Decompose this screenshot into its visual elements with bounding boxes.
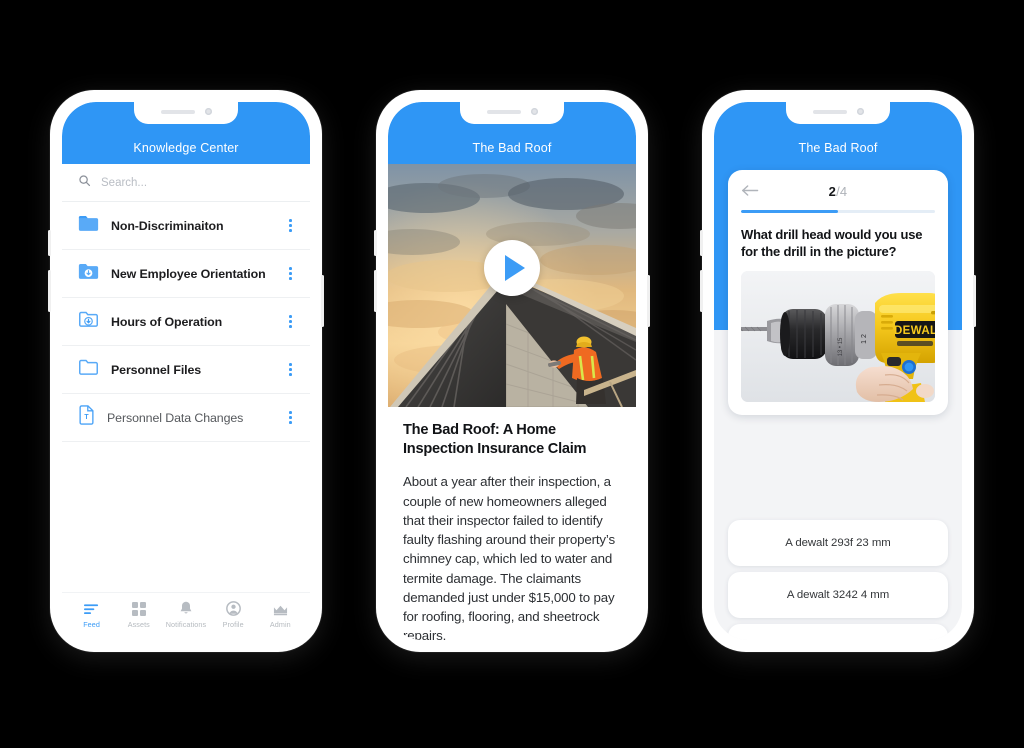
phone-power-button[interactable]: [647, 275, 650, 327]
phone-volume-button[interactable]: [700, 270, 703, 312]
screenshot-stage: Knowledge Center Search... Non-Discrimin…: [0, 0, 1024, 748]
article-title: The Bad Roof: A Home Inspection Insuranc…: [403, 422, 587, 457]
overflow-menu-icon[interactable]: [285, 359, 296, 380]
phone-inner-frame: Knowledge Center Search... Non-Discrimin…: [62, 102, 310, 640]
svg-text:DEWALT: DEWALT: [894, 325, 935, 337]
appbar-article: The Bad Roof: [388, 102, 636, 164]
list-item-label: Personnel Files: [111, 362, 202, 377]
tab-label: Admin: [269, 619, 291, 629]
list-item-label: New Employee Orientation: [111, 266, 266, 281]
screen-knowledge-center: Knowledge Center Search... Non-Discrimin…: [62, 102, 310, 640]
quiz-progress-bar: [741, 210, 935, 213]
overflow-menu-icon[interactable]: [285, 215, 296, 236]
list-item[interactable]: T Personnel Data Changes: [62, 394, 310, 442]
phone-power-button[interactable]: [973, 275, 976, 327]
list-item-label: Non-Discriminaiton: [111, 218, 224, 233]
tab-label: Feed: [83, 619, 100, 629]
phone-knowledge-center: Knowledge Center Search... Non-Discrimin…: [48, 90, 324, 652]
quiz-card: 2/4 What drill head would you use for th…: [728, 170, 948, 415]
knowledge-center-list: Non-Discriminaiton New Employee Orientat…: [62, 202, 310, 442]
search-bar[interactable]: Search...: [62, 164, 310, 202]
tab-profile[interactable]: Profile: [210, 600, 257, 629]
phone-side-button[interactable]: [48, 230, 51, 256]
appbar-knowledge-center: Knowledge Center: [62, 102, 310, 164]
page-title: The Bad Roof: [798, 141, 878, 155]
question-counter: 2/4: [741, 184, 935, 199]
appbar-quiz: The Bad Roof: [714, 102, 962, 164]
svg-text:13 • 15: 13 • 15: [838, 337, 844, 356]
question-total: /4: [836, 183, 848, 199]
overflow-menu-icon[interactable]: [285, 311, 296, 332]
page-title: Knowledge Center: [133, 141, 239, 155]
tab-label: Assets: [127, 619, 150, 629]
list-item[interactable]: Hours of Operation: [62, 298, 310, 346]
question-text: What drill head would you use for the dr…: [741, 226, 923, 259]
earpiece-speaker: [812, 109, 847, 114]
tab-feed[interactable]: Feed: [68, 601, 115, 629]
earpiece-speaker: [160, 109, 195, 114]
answer-option[interactable]: A dewalt 293f 23 mm: [728, 520, 948, 566]
screen-quiz: The Bad Roof 2/4 What drill head would y…: [714, 102, 962, 640]
article-hero-video[interactable]: [388, 164, 636, 407]
person-circle-icon: [225, 600, 241, 616]
overflow-menu-icon[interactable]: [285, 407, 296, 428]
phone-volume-button[interactable]: [374, 270, 377, 312]
tab-notifications[interactable]: Notifications: [162, 601, 209, 629]
folder-filled-icon: [78, 214, 99, 237]
question-image: 13 • 15 1 2 DEWAL: [741, 270, 935, 402]
tab-label: Notifications: [165, 619, 207, 629]
phone-power-button[interactable]: [321, 275, 324, 327]
article-body: The Bad Roof: A Home Inspection Insuranc…: [388, 407, 636, 640]
phone-side-button[interactable]: [374, 230, 377, 256]
tab-assets[interactable]: Assets: [115, 601, 162, 629]
front-camera-icon: [856, 108, 864, 115]
bell-icon: [179, 601, 193, 616]
article-paragraph: About a year after their inspection, a c…: [403, 474, 615, 640]
folder-filled-download-icon: [78, 262, 99, 285]
front-camera-icon: [204, 108, 212, 115]
phone-inner-frame: The Bad Roof The Bad Roof: A Home Inspec…: [388, 102, 636, 640]
phone-notch: [134, 102, 238, 124]
quiz-progress-fill: [741, 210, 838, 213]
list-item-label: Hours of Operation: [111, 314, 223, 329]
feed-icon: [84, 601, 99, 616]
front-camera-icon: [530, 108, 538, 115]
list-item-label: Personnel Data Changes: [107, 410, 244, 425]
dewalt-drill-photo: 13 • 15 1 2 DEWAL: [741, 270, 935, 402]
quiz-card-header: 2/4: [741, 181, 935, 201]
phone-article: The Bad Roof The Bad Roof: A Home Inspec…: [374, 90, 650, 652]
grid-icon: [131, 601, 146, 616]
list-item[interactable]: Non-Discriminaiton: [62, 202, 310, 250]
answer-option[interactable]: A dewalt 2222 34 mm: [728, 624, 948, 640]
play-icon: [504, 255, 525, 281]
phone-notch: [460, 102, 564, 124]
phone-notch: [786, 102, 890, 124]
screen-article: The Bad Roof The Bad Roof: A Home Inspec…: [388, 102, 636, 640]
text-document-icon: T: [78, 405, 95, 430]
phone-side-button[interactable]: [700, 230, 703, 256]
list-item[interactable]: New Employee Orientation: [62, 250, 310, 298]
folder-outline-icon: [78, 358, 99, 381]
bottom-tab-bar: Feed Assets Notifications Profile Admin: [62, 592, 310, 640]
folder-outline-download-icon: [78, 310, 99, 333]
svg-text:1 2: 1 2: [861, 334, 868, 344]
crown-icon: [273, 601, 288, 616]
list-item[interactable]: Personnel Files: [62, 346, 310, 394]
play-button[interactable]: [484, 240, 540, 296]
earpiece-speaker: [486, 109, 521, 114]
search-input[interactable]: Search...: [101, 177, 147, 189]
page-title: The Bad Roof: [472, 141, 552, 155]
tab-label: Profile: [222, 619, 244, 629]
phone-inner-frame: The Bad Roof 2/4 What drill head would y…: [714, 102, 962, 640]
answer-options: A dewalt 293f 23 mm A dewalt 3242 4 mm A…: [728, 520, 948, 640]
answer-option[interactable]: A dewalt 3242 4 mm: [728, 572, 948, 618]
search-icon: [78, 174, 91, 192]
phone-quiz: The Bad Roof 2/4 What drill head would y…: [700, 90, 976, 652]
tab-admin[interactable]: Admin: [257, 601, 304, 629]
question-current: 2: [828, 183, 837, 199]
overflow-menu-icon[interactable]: [285, 263, 296, 284]
phone-volume-button[interactable]: [48, 270, 51, 312]
